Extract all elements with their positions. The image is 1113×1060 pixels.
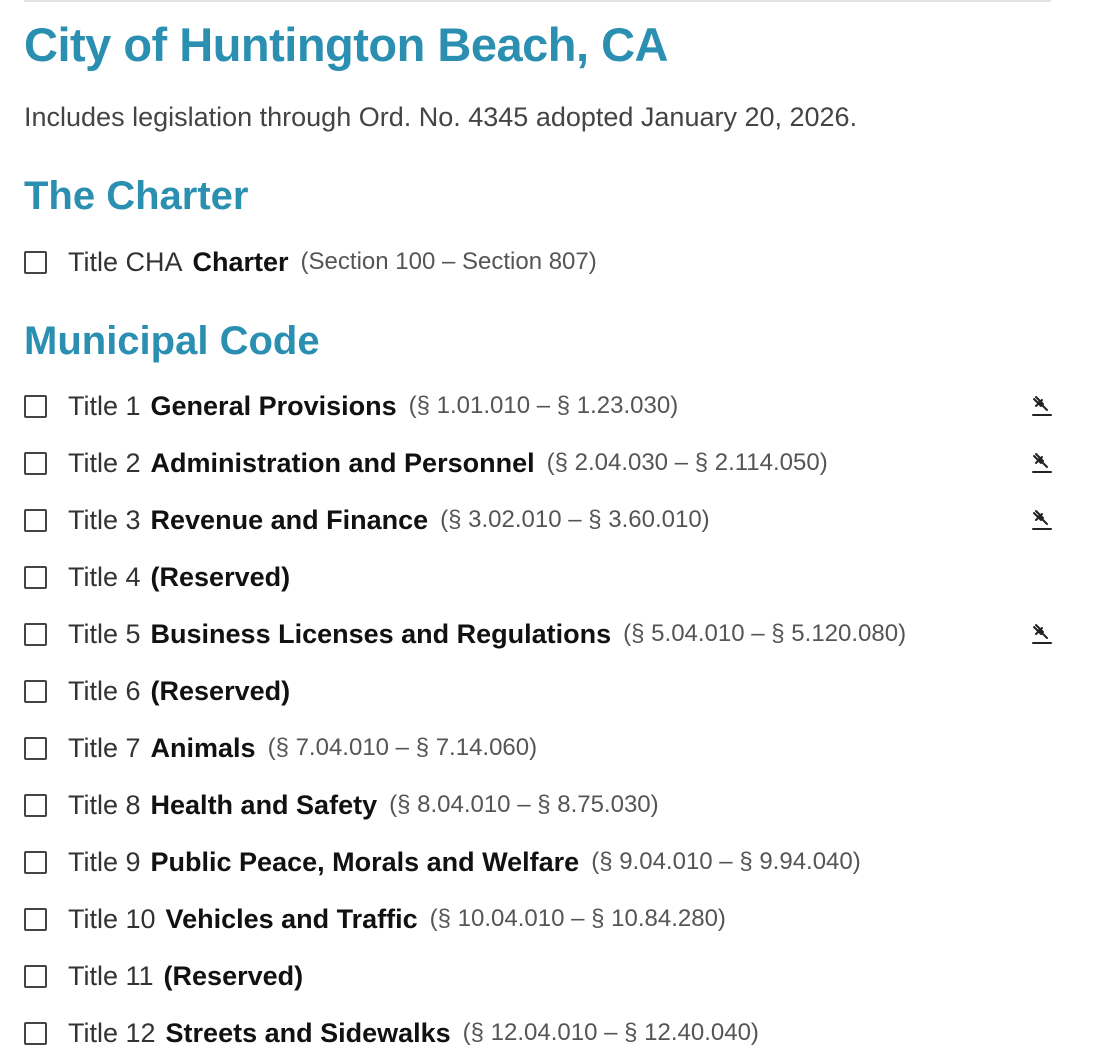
title-number[interactable]: Title 4 [68,562,141,593]
title-checkbox[interactable] [24,565,47,589]
title-name-link[interactable]: Business Licenses and Regulations [151,619,612,650]
title-number[interactable]: Title CHA [68,247,183,278]
title-checkbox[interactable] [24,736,47,760]
toc-row[interactable]: Title 1 General Provisions (§ 1.01.010 – §… [24,386,1054,426]
title-name-link[interactable]: Public Peace, Morals and Welfare [151,847,580,878]
legislation-note: Includes legislation through Ord. No. 43… [24,102,858,132]
section-range: (§ 12.04.010 – § 12.40.040) [462,1019,759,1046]
toc-row[interactable]: Title 8 Health and Safety (§ 8.04.010 – § … [24,785,1054,825]
title-checkbox[interactable] [24,679,47,703]
title-number[interactable]: Title 2 [68,448,141,479]
top-divider [24,0,1051,2]
section-range: (§ 10.04.010 – § 10.84.280) [429,905,726,932]
gavel-icon[interactable] [1030,508,1054,532]
title-number[interactable]: Title 11 [68,961,154,992]
toc-row[interactable]: Title 7 Animals (§ 7.04.010 – § 7.14.060) [24,728,1054,768]
section-range: (§ 3.02.010 – § 3.60.010) [440,506,710,533]
code-library-page: City of Huntington Beach, CA Includes le… [0,0,1113,1060]
toc-row[interactable]: Title 2 Administration and Personnel (§ 2.… [24,443,1054,483]
title-checkbox[interactable] [24,850,47,874]
municipal-code-heading: Municipal Code [24,319,320,363]
section-range: (§ 5.04.010 – § 5.120.080) [623,620,907,647]
title-name-link[interactable]: Animals [151,733,256,764]
title-checkbox[interactable] [24,964,47,988]
title-name-link[interactable]: Health and Safety [151,790,378,821]
title-checkbox[interactable] [24,907,47,931]
title-checkbox[interactable] [24,250,47,274]
section-range: (§ 8.04.010 – § 8.75.030) [389,791,659,818]
title-checkbox[interactable] [24,1021,47,1045]
toc-row[interactable]: Title 3 Revenue and Finance (§ 3.02.010 – … [24,500,1054,540]
toc-row[interactable]: Title 11 (Reserved) [24,956,1054,996]
toc-row[interactable]: Title 6 (Reserved) [24,671,1054,711]
title-number[interactable]: Title 3 [68,505,141,536]
toc-row[interactable]: Title CHA Charter (Section 100 – Section 8… [24,242,1054,282]
title-checkbox[interactable] [24,793,47,817]
title-name-link[interactable]: (Reserved) [151,676,291,707]
section-range: (Section 100 – Section 807) [300,248,597,275]
title-checkbox[interactable] [24,508,47,532]
title-name-link[interactable]: (Reserved) [151,562,291,593]
charter-heading: The Charter [24,174,249,218]
toc-row[interactable]: Title 10 Vehicles and Traffic (§ 10.04.010… [24,899,1054,939]
city-title[interactable]: City of Huntington Beach, CA [24,14,668,76]
toc-row[interactable]: Title 12 Streets and Sidewalks (§ 12.04.01… [24,1013,1054,1053]
toc-row[interactable]: Title 5 Business Licenses and Regulations… [24,614,1054,654]
section-range: (§ 9.04.010 – § 9.94.040) [591,848,861,875]
title-checkbox[interactable] [24,394,47,418]
title-name-link[interactable]: Charter [193,247,289,278]
title-name-link[interactable]: (Reserved) [164,961,304,992]
toc-row[interactable]: Title 9 Public Peace, Morals and Welfare (… [24,842,1054,882]
title-name-link[interactable]: Vehicles and Traffic [166,904,418,935]
title-name-link[interactable]: Streets and Sidewalks [166,1018,451,1049]
title-number[interactable]: Title 12 [68,1018,156,1049]
section-range: (§ 7.04.010 – § 7.14.060) [267,734,538,761]
title-number[interactable]: Title 7 [68,733,141,764]
title-number[interactable]: Title 10 [68,904,156,935]
title-name-link[interactable]: Administration and Personnel [151,448,535,479]
gavel-icon[interactable] [1030,394,1054,418]
title-number[interactable]: Title 5 [68,619,141,650]
section-range: (§ 1.01.010 – § 1.23.030) [408,392,679,419]
title-checkbox[interactable] [24,622,47,646]
title-number[interactable]: Title 9 [68,847,141,878]
title-name-link[interactable]: General Provisions [151,391,397,422]
title-name-link[interactable]: Revenue and Finance [151,505,429,536]
title-number[interactable]: Title 8 [68,790,141,821]
section-range: (§ 2.04.030 – § 2.114.050) [546,449,828,476]
gavel-icon[interactable] [1030,451,1054,475]
title-number[interactable]: Title 1 [68,391,141,422]
toc-row[interactable]: Title 4 (Reserved) [24,557,1054,597]
title-checkbox[interactable] [24,451,47,475]
title-number[interactable]: Title 6 [68,676,141,707]
gavel-icon[interactable] [1030,622,1054,646]
